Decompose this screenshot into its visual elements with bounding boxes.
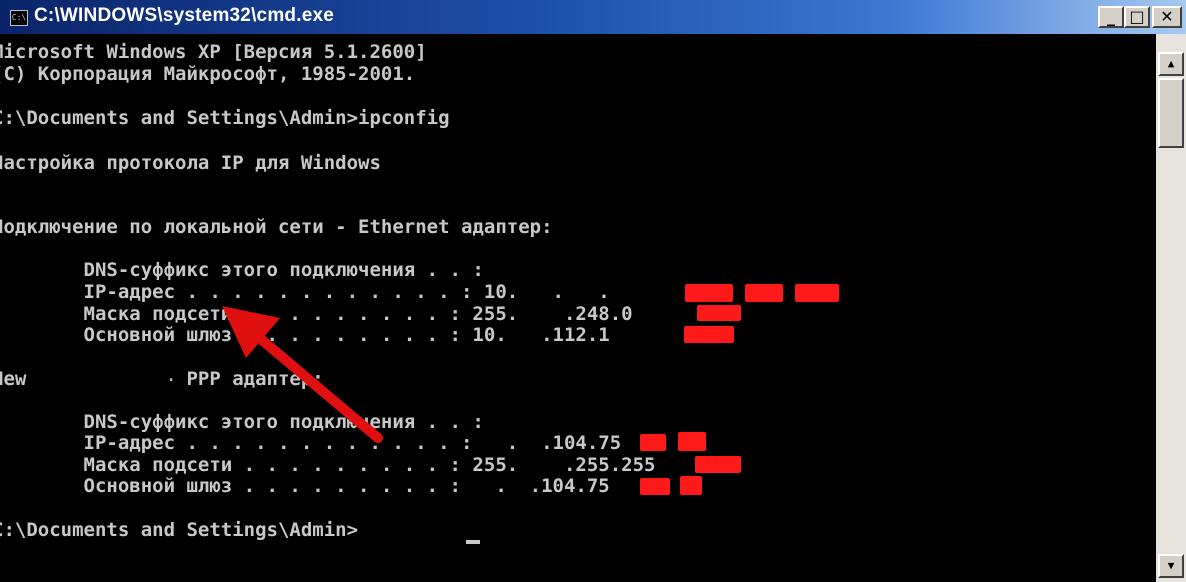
console-line: Microsoft Windows XP [Версия 5.1.2600] — [0, 41, 427, 63]
cmd-icon[interactable]: C:\ — [10, 10, 28, 26]
scroll-thumb[interactable] — [1158, 78, 1184, 148]
console-line: Подключение по локальной сети - Ethernet… — [0, 216, 553, 238]
console-line: Маска подсети . . . . . . . . . : 255. .… — [0, 303, 633, 325]
redaction-mark — [685, 284, 733, 302]
redaction-mark — [640, 478, 670, 495]
title-bar[interactable]: C:\ C:\WINDOWS\system32\cmd.exe _ □ ✕ — [0, 0, 1186, 34]
redaction-mark — [684, 326, 734, 343]
console-line: DNS-суффикс этого подключения . . : — [0, 259, 484, 281]
window-title: C:\WINDOWS\system32\cmd.exe — [34, 5, 334, 26]
console-line: C:\Documents and Settings\Admin>ipconfig — [0, 107, 450, 129]
redaction-mark — [42, 371, 170, 389]
console-line: (C) Корпорация Майкрософт, 1985-2001. — [0, 63, 416, 85]
close-button[interactable]: ✕ — [1152, 6, 1182, 28]
text-cursor — [466, 540, 480, 544]
minimize-button[interactable]: _ — [1098, 6, 1124, 28]
redaction-mark — [695, 456, 741, 473]
console-line: IP-адрес . . . . . . . . . . . . : 10. .… — [0, 281, 610, 303]
cmd-window: C:\ C:\WINDOWS\system32\cmd.exe _ □ ✕ Mi… — [0, 0, 1186, 582]
console-line: IP-адрес . . . . . . . . . . . . : . .10… — [0, 432, 622, 454]
console-line: Основной шлюз . . . . . . . . . : . .104… — [0, 475, 610, 497]
redaction-mark — [795, 284, 839, 302]
maximize-button[interactable]: □ — [1124, 6, 1150, 28]
redaction-mark — [745, 284, 783, 302]
redaction-mark — [640, 434, 666, 451]
scroll-up-button[interactable]: ▲ — [1158, 52, 1184, 76]
console-prompt: C:\Documents and Settings\Admin> — [0, 519, 359, 541]
vertical-scrollbar[interactable]: ▲ ▼ — [1156, 34, 1186, 582]
redaction-mark — [697, 305, 741, 321]
console-line: Основной шлюз . . . . . . . . . : 10. .1… — [0, 324, 610, 346]
redaction-mark — [678, 432, 706, 451]
redaction-mark — [680, 476, 702, 495]
console-line: Маска подсети . . . . . . . . . : 255. .… — [0, 454, 656, 476]
console-output[interactable]: Microsoft Windows XP [Версия 5.1.2600] (… — [0, 34, 1156, 582]
console-line: Настройка протокола IP для Windows — [0, 152, 381, 174]
console-line: DNS-суффикс этого подключения . . : — [0, 411, 484, 433]
scroll-down-button[interactable]: ▼ — [1158, 554, 1184, 578]
